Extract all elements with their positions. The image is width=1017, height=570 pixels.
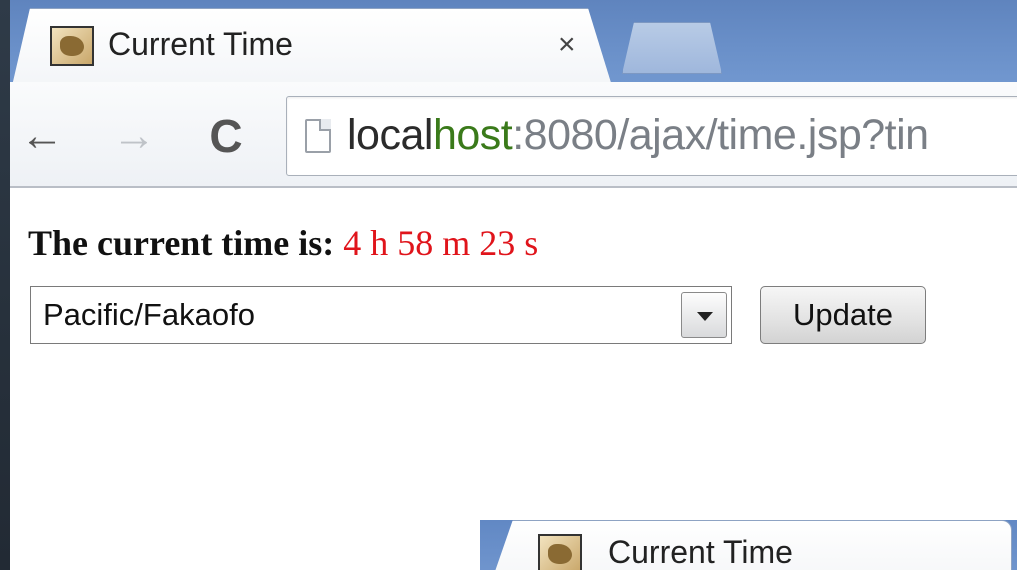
second-tab-title: Current Time xyxy=(608,534,793,570)
reload-icon[interactable]: C xyxy=(198,108,254,164)
tab-strip: Current Time × xyxy=(10,0,1017,86)
url-host-prefix: local xyxy=(347,111,433,159)
url-path: :8080/ajax/time.jsp?tin xyxy=(512,111,929,159)
url-text: localhost:8080/ajax/time.jsp?tin xyxy=(347,111,929,160)
forward-arrow-icon[interactable]: → xyxy=(106,108,162,164)
tomcat-favicon-icon xyxy=(50,26,94,66)
address-bar[interactable]: localhost:8080/ajax/time.jsp?tin xyxy=(286,96,1017,176)
current-time-line: The current time is: 4 h 58 m 23 s xyxy=(28,222,538,264)
new-tab-button[interactable] xyxy=(622,22,722,74)
timezone-selected-value: Pacific/Fakaofo xyxy=(43,297,255,332)
browser-window: Current Time × ← → C localhost:8080/ajax… xyxy=(10,0,1017,570)
close-tab-icon[interactable]: × xyxy=(558,28,576,62)
chevron-down-icon[interactable] xyxy=(681,292,727,338)
tomcat-favicon-icon xyxy=(538,534,582,570)
tab-current-time[interactable] xyxy=(12,8,612,86)
page-document-icon xyxy=(305,119,331,153)
tab-title: Current Time xyxy=(108,26,293,62)
url-host-highlight: host xyxy=(432,111,513,159)
time-value: 4 h 58 m 23 s xyxy=(343,223,539,263)
second-browser-window: Current Time xyxy=(480,520,1017,570)
update-button[interactable]: Update xyxy=(760,286,926,344)
timezone-select[interactable]: Pacific/Fakaofo xyxy=(30,286,732,344)
back-arrow-icon[interactable]: ← xyxy=(14,108,70,164)
time-label: The current time is: xyxy=(28,223,335,263)
browser-toolbar: ← → C localhost:8080/ajax/time.jsp?tin xyxy=(10,82,1017,188)
page-content: The current time is: 4 h 58 m 23 s Pacif… xyxy=(10,190,1017,570)
